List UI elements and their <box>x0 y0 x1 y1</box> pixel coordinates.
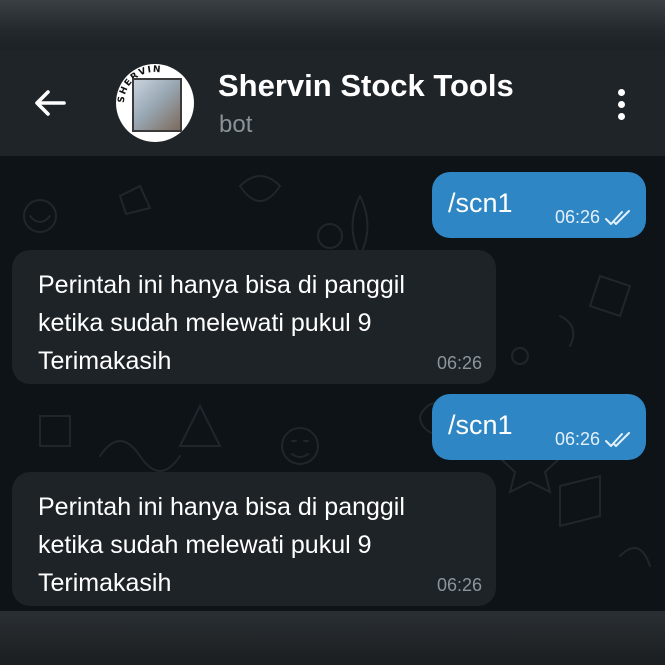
outgoing-message[interactable]: /scn1 06:26 <box>432 172 646 238</box>
message-line: ketika sudah melewati pukul 9 <box>38 309 372 337</box>
arrow-left-icon <box>35 90 66 116</box>
avatar[interactable]: SHERVIN <box>116 64 194 142</box>
more-menu-button[interactable] <box>605 82 637 126</box>
message-text: Perintah ini hanya bisa di panggil ketik… <box>38 488 405 602</box>
incoming-message[interactable]: Perintah ini hanya bisa di panggil ketik… <box>12 250 496 384</box>
avatar-photo <box>132 78 182 132</box>
top-blur-region <box>0 0 665 50</box>
incoming-message[interactable]: Perintah ini hanya bisa di panggil ketik… <box>12 472 496 606</box>
double-check-icon <box>605 431 630 447</box>
message-line: Perintah ini hanya bisa di panggil <box>38 271 405 299</box>
message-line: Terimakasih <box>38 569 172 597</box>
message-meta: 06:26 <box>555 207 632 228</box>
chat-header: SHERVIN Shervin Stock Tools bot <box>0 50 665 156</box>
message-time: 06:26 <box>436 353 482 373</box>
message-time: 06:26 <box>436 575 482 595</box>
outgoing-message[interactable]: /scn1 06:26 <box>432 394 646 460</box>
message-text: Perintah ini hanya bisa di panggil ketik… <box>38 266 405 380</box>
message-text: /scn1 <box>448 188 513 218</box>
chat-subtitle: bot <box>219 111 253 138</box>
message-line: Perintah ini hanya bisa di panggil <box>38 493 405 521</box>
chat-title[interactable]: Shervin Stock Tools <box>218 68 514 104</box>
back-button[interactable] <box>30 86 70 120</box>
more-vertical-icon <box>617 88 625 96</box>
more-vertical-icon-dot <box>617 112 625 120</box>
chat-area[interactable]: /scn1 06:26 Perintah ini hanya bisa di p… <box>0 156 665 611</box>
double-check-icon <box>605 209 630 225</box>
message-time: 06:26 <box>554 429 600 449</box>
bottom-blur-region <box>0 611 665 665</box>
message-time: 06:26 <box>554 207 600 227</box>
message-line: Terimakasih <box>38 347 172 375</box>
message-line: ketika sudah melewati pukul 9 <box>38 531 372 559</box>
message-meta: 06:26 <box>555 429 632 450</box>
message-text: /scn1 <box>448 410 513 440</box>
more-vertical-icon-dot <box>617 100 625 108</box>
